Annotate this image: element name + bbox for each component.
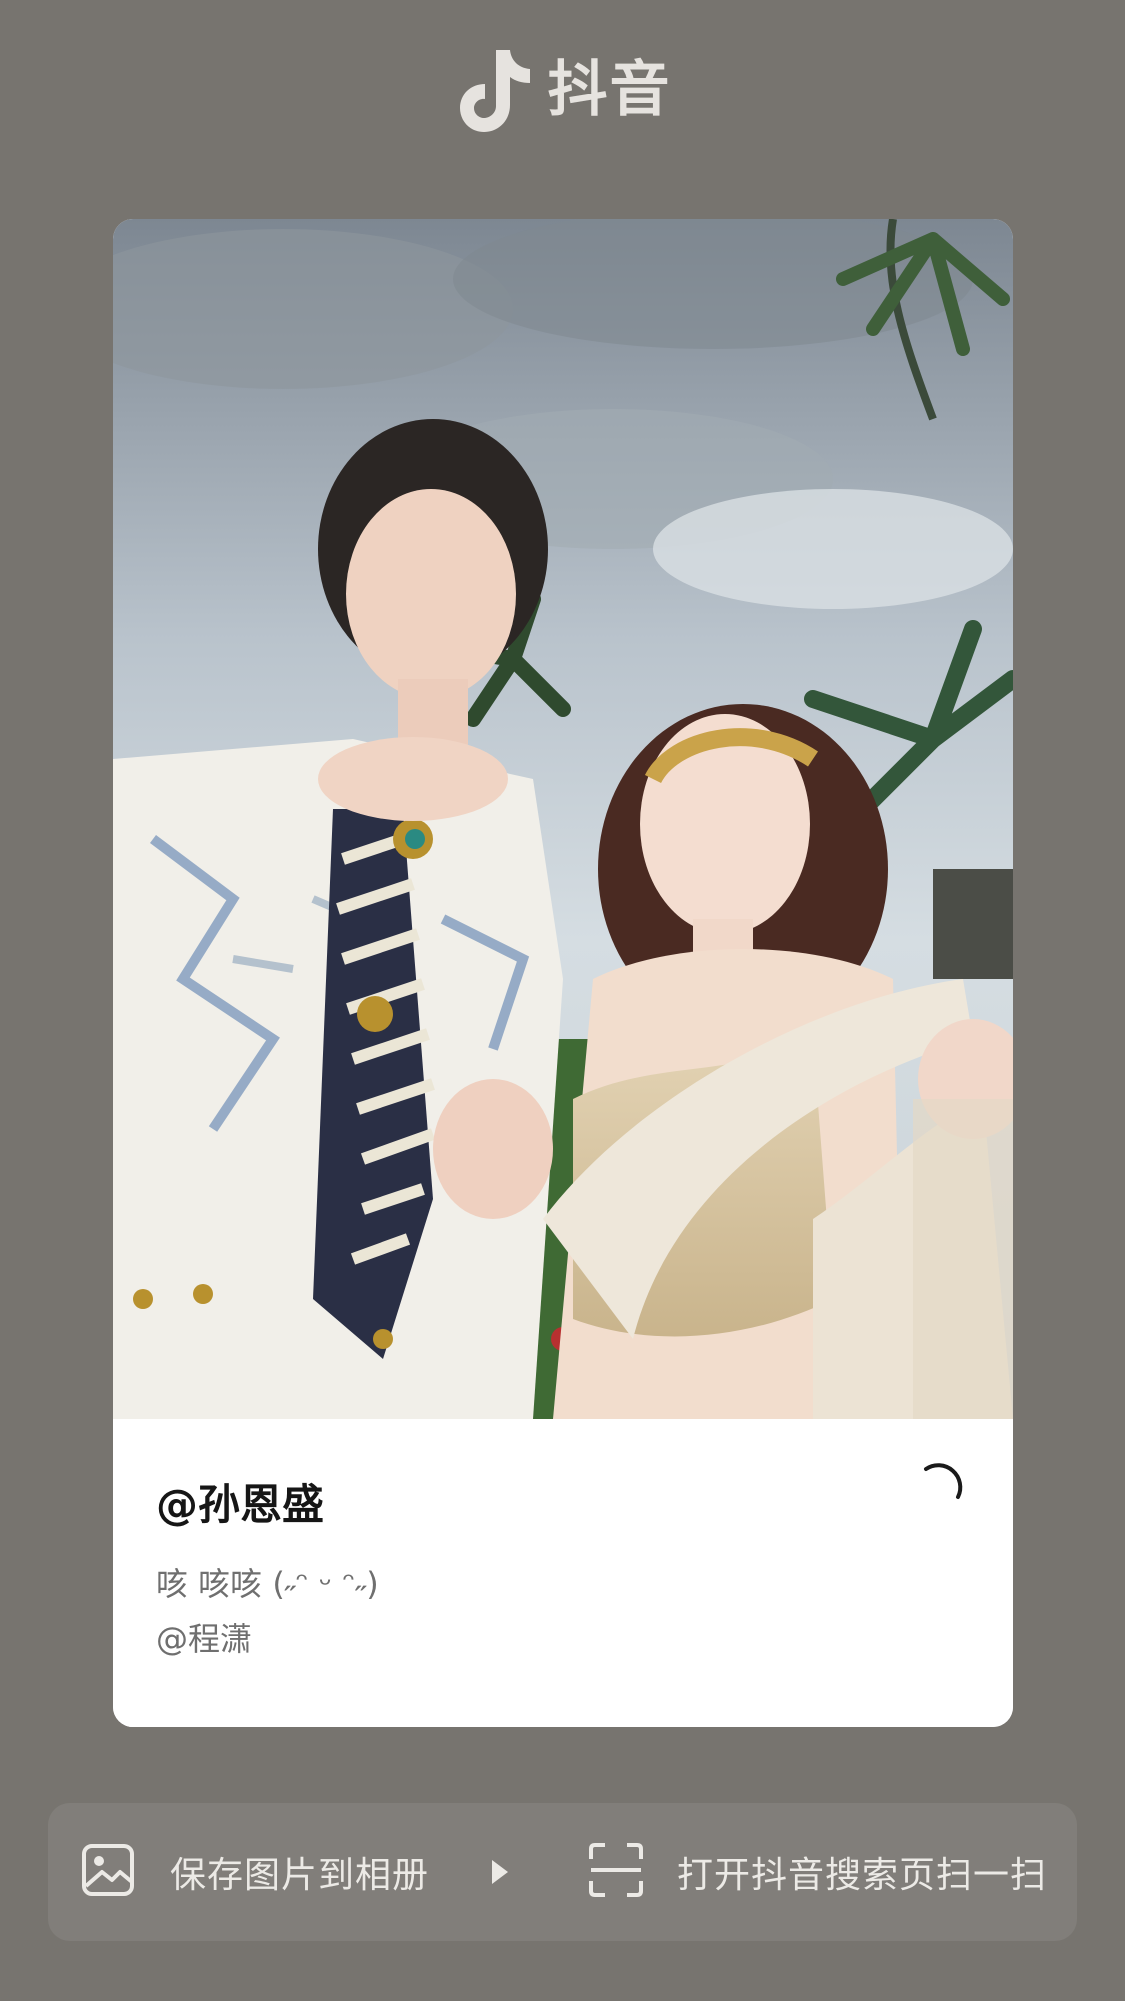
logo-text: 抖音: [547, 55, 672, 125]
scan-frame-icon: [587, 1841, 645, 1903]
open-scan-label: 打开抖音搜索页扫一扫: [677, 1855, 1048, 1896]
play-triangle-icon: [489, 1858, 511, 1886]
image-icon: [80, 1842, 136, 1902]
save-image-button[interactable]: 保存图片到相册: [48, 1803, 429, 1941]
open-scan-button[interactable]: 打开抖音搜索页扫一扫: [587, 1803, 1047, 1941]
share-card: @孙恩盛 咳 咳咳 (˶ᵔ ᵕ ᵔ˶) @程潇: [113, 219, 1013, 1727]
author-username[interactable]: @孙恩盛: [156, 1471, 324, 1532]
action-bar: 保存图片到相册 打开抖音搜索页扫一扫: [48, 1803, 1077, 1941]
save-image-label: 保存图片到相册: [170, 1855, 430, 1896]
post-caption: 咳 咳咳 (˶ᵔ ᵕ ᵔ˶): [156, 1565, 379, 1603]
douyin-note-icon: [454, 44, 534, 136]
douyin-logo: 抖音: [0, 44, 1125, 136]
mention-link[interactable]: @程潇: [156, 1614, 252, 1660]
couple-photo: [113, 219, 1013, 1419]
loading-spinner-icon: [908, 1459, 968, 1523]
post-info: @孙恩盛 咳 咳咳 (˶ᵔ ᵕ ᵔ˶) @程潇: [113, 1419, 1013, 1727]
